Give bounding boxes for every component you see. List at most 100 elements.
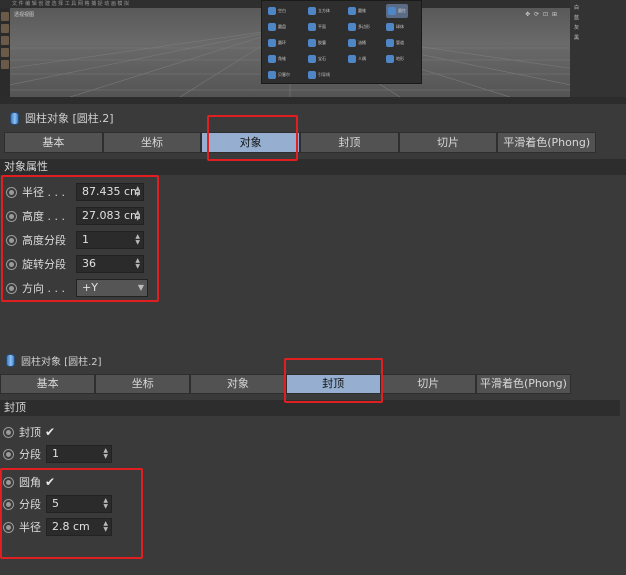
primitive-item[interactable]: 圆锥 <box>348 4 366 18</box>
field-value: 27.083 cm <box>82 209 141 222</box>
tool-icon[interactable] <box>1 24 9 33</box>
pyramid-icon <box>268 55 276 63</box>
prop-height-segments[interactable]: 高度分段 <box>6 230 66 250</box>
tool-icon[interactable] <box>1 36 9 45</box>
cap-segments-input[interactable]: 1 ▲ ▼ <box>46 445 112 463</box>
tab-basic[interactable]: 基本 <box>4 132 103 153</box>
object-title: 圆柱对象 [圆柱.2] <box>21 356 102 368</box>
prop-fillet[interactable]: 圆角 ✔ <box>3 472 55 492</box>
primitive-item[interactable]: 球体 <box>386 20 404 34</box>
tab-object[interactable]: 对象 <box>201 132 301 153</box>
primitive-label: 多边形 <box>358 24 370 29</box>
prop-cap-segments[interactable]: 分段 <box>3 444 41 464</box>
left-toolbar[interactable] <box>0 8 10 97</box>
tab-bar: 基本 坐标 对象 封顶 切片 平滑着色(Phong) <box>0 374 572 394</box>
tool-icon[interactable] <box>1 60 9 69</box>
tab-coord[interactable]: 坐标 <box>95 374 191 394</box>
primitive-label: 圆盘 <box>278 24 286 29</box>
guide-icon <box>308 71 316 79</box>
primitive-item[interactable]: 角锥 <box>268 52 286 66</box>
object-title-row: 圆柱对象 [圆柱.2] <box>10 110 114 126</box>
tab-coord[interactable]: 坐标 <box>102 132 202 153</box>
fillet-segments-input[interactable]: 5 ▲ ▼ <box>46 495 112 513</box>
cylinder-icon <box>388 7 396 15</box>
primitive-label: 圆环 <box>278 40 286 45</box>
spinner-icon[interactable]: ▲ ▼ <box>103 448 108 460</box>
primitive-menu[interactable]: 空白 立方体 圆锥 圆柱圆盘 平面 多边形 球体圆环 胶囊 油桶 管道角锥 宝石 人偶 地形贝塞尔 引导线 <box>261 0 422 84</box>
checkbox-checked-icon[interactable]: ✔ <box>45 475 55 489</box>
radio-icon[interactable] <box>3 521 14 533</box>
tab-caps[interactable]: 封顶 <box>300 132 399 153</box>
spinner-icon[interactable]: ▲ ▼ <box>135 258 140 270</box>
orientation-dropdown[interactable]: +Y ▼ <box>76 279 148 297</box>
spinner-icon[interactable]: ▲ ▼ <box>103 498 108 510</box>
primitive-label: 立方体 <box>318 8 330 13</box>
spinner-icon[interactable]: ▲ ▼ <box>135 186 140 198</box>
field-value: 87.435 cm <box>82 185 141 198</box>
tool-icon[interactable] <box>1 12 9 21</box>
spinner-icon[interactable]: ▲ ▼ <box>135 210 140 222</box>
tab-phong[interactable]: 平滑着色(Phong) <box>497 132 597 153</box>
tab-slice[interactable]: 切片 <box>380 374 476 394</box>
primitive-item[interactable]: 圆环 <box>268 36 286 50</box>
radio-icon[interactable] <box>3 448 14 460</box>
primitive-item[interactable]: 圆盘 <box>268 20 286 34</box>
checkbox-checked-icon[interactable]: ✔ <box>45 425 55 439</box>
height-segments-input[interactable]: 1 ▲ ▼ <box>76 231 144 249</box>
field-value: 36 <box>82 257 96 270</box>
radius-input[interactable]: 87.435 cm ▲ ▼ <box>76 183 144 201</box>
radio-icon[interactable] <box>6 282 17 294</box>
object-row[interactable]: 黑 <box>574 34 579 41</box>
primitive-item[interactable]: 平面 <box>308 20 326 34</box>
primitive-item[interactable]: 空白 <box>268 4 286 18</box>
object-row[interactable]: 灰 <box>574 24 579 31</box>
radio-icon[interactable] <box>6 258 17 270</box>
prop-height[interactable]: 高度 . . . <box>6 206 65 226</box>
prop-orientation[interactable]: 方向 . . . <box>6 278 65 298</box>
primitive-item[interactable]: 胶囊 <box>308 36 326 50</box>
radio-icon[interactable] <box>3 498 14 510</box>
primitive-item[interactable]: 多边形 <box>348 20 370 34</box>
tab-object[interactable]: 对象 <box>190 374 286 394</box>
tool-icon[interactable] <box>1 48 9 57</box>
fillet-radius-input[interactable]: 2.8 cm ▲ ▼ <box>46 518 112 536</box>
section-caps: 封顶 <box>0 400 620 416</box>
prop-label: 方向 . . . <box>22 282 65 295</box>
prop-caps[interactable]: 封顶 ✔ <box>3 422 55 442</box>
tab-phong[interactable]: 平滑着色(Phong) <box>475 374 572 394</box>
tab-basic[interactable]: 基本 <box>0 374 96 394</box>
prop-label: 高度 . . . <box>22 210 65 223</box>
primitive-item[interactable]: 圆柱 <box>386 4 408 18</box>
primitive-item[interactable]: 引导线 <box>308 68 330 82</box>
object-manager[interactable]: 白 蓝 灰 黑 <box>570 0 626 97</box>
radio-icon[interactable] <box>6 186 17 198</box>
viewport-nav-icons[interactable]: ✥ ⟳ ⊡ ⊞ <box>525 11 558 18</box>
tab-caps[interactable]: 封顶 <box>285 374 381 394</box>
radio-icon[interactable] <box>3 476 14 488</box>
chevron-down-icon: ▼ <box>137 283 144 292</box>
prop-fillet-segments[interactable]: 分段 <box>3 494 41 514</box>
primitive-item[interactable]: 贝塞尔 <box>268 68 290 82</box>
height-input[interactable]: 27.083 cm ▲ ▼ <box>76 207 144 225</box>
polygon-icon <box>348 23 356 31</box>
prop-label: 旋转分段 <box>22 258 66 271</box>
spinner-icon[interactable]: ▲ ▼ <box>103 521 108 533</box>
spinner-icon[interactable]: ▲ ▼ <box>135 234 140 246</box>
object-row[interactable]: 蓝 <box>574 14 579 21</box>
attributes-panel-caps: 圆柱对象 [圆柱.2] 基本 坐标 对象 封顶 切片 平滑着色(Phong) 封… <box>0 342 626 575</box>
tab-slice[interactable]: 切片 <box>398 132 498 153</box>
prop-rotation-segments[interactable]: 旋转分段 <box>6 254 66 274</box>
prop-fillet-radius[interactable]: 半径 <box>3 517 41 537</box>
primitive-item[interactable]: 油桶 <box>348 36 366 50</box>
object-row[interactable]: 白 <box>574 4 579 11</box>
radio-icon[interactable] <box>6 210 17 222</box>
primitive-item[interactable]: 立方体 <box>308 4 330 18</box>
prop-radius[interactable]: 半径 . . . <box>6 182 65 202</box>
rotation-segments-input[interactable]: 36 ▲ ▼ <box>76 255 144 273</box>
primitive-item[interactable]: 管道 <box>386 36 404 50</box>
radio-icon[interactable] <box>6 234 17 246</box>
primitive-item[interactable]: 人偶 <box>348 52 366 66</box>
primitive-item[interactable]: 地形 <box>386 52 404 66</box>
radio-icon[interactable] <box>3 426 14 438</box>
primitive-item[interactable]: 宝石 <box>308 52 326 66</box>
